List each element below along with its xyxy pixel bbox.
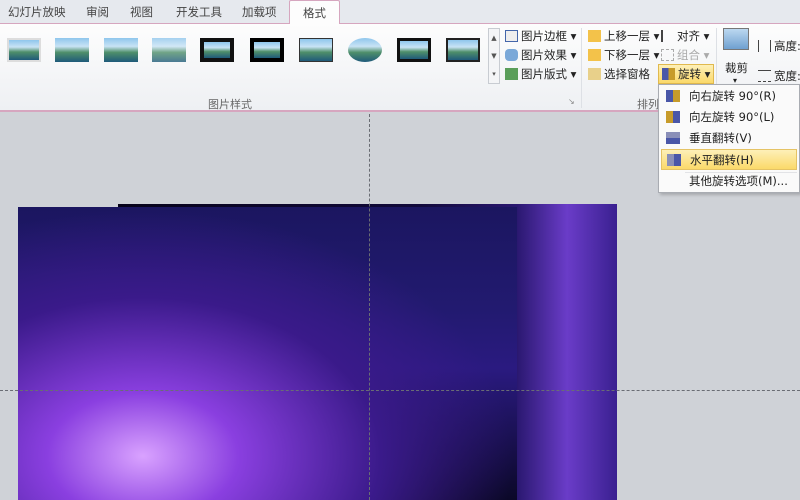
style-thumb[interactable] bbox=[152, 38, 186, 62]
rotate-right-icon bbox=[666, 90, 680, 102]
width-label: 宽度: bbox=[774, 69, 800, 83]
tab-review[interactable]: 审阅 bbox=[86, 4, 109, 20]
height-field[interactable]: 高度: bbox=[758, 38, 800, 54]
flip-horizontal-icon bbox=[667, 154, 681, 166]
picture-layout-label: 图片版式 bbox=[521, 67, 567, 81]
tab-slideshow[interactable]: 幻灯片放映 bbox=[8, 4, 66, 20]
width-field[interactable]: 宽度: bbox=[758, 68, 800, 84]
bring-forward-label: 上移一层 bbox=[604, 29, 650, 43]
menu-item-flip-vertical[interactable]: 垂直翻转(V) bbox=[661, 128, 797, 149]
picture-border-icon bbox=[505, 30, 518, 42]
crop-icon[interactable] bbox=[723, 28, 749, 50]
group-button[interactable]: 组合 ▾ bbox=[661, 47, 709, 63]
rotate-left-icon bbox=[666, 111, 680, 123]
style-thumb[interactable] bbox=[104, 38, 138, 62]
tab-format[interactable]: 格式 bbox=[289, 0, 340, 25]
height-icon bbox=[758, 40, 771, 52]
picture-style-gallery bbox=[2, 32, 488, 87]
style-thumb[interactable] bbox=[55, 38, 89, 62]
menu-label: 向左旋转 90°(L) bbox=[689, 110, 775, 124]
picture-original[interactable] bbox=[18, 207, 517, 500]
picture-border-button[interactable]: 图片边框 ▾ bbox=[505, 28, 576, 44]
tab-view[interactable]: 视图 bbox=[130, 4, 153, 20]
width-icon bbox=[758, 70, 771, 82]
send-backward-icon bbox=[588, 49, 601, 61]
align-icon bbox=[661, 30, 674, 42]
menu-item-rotate-left[interactable]: 向左旋转 90°(L) bbox=[661, 107, 797, 128]
style-thumb[interactable] bbox=[200, 38, 234, 62]
rotate-label: 旋转 bbox=[678, 67, 701, 81]
picture-layout-icon bbox=[505, 68, 518, 80]
menu-item-more-rotation[interactable]: 其他旋转选项(M)... bbox=[661, 171, 797, 192]
guide-vertical[interactable] bbox=[369, 114, 370, 500]
menu-label: 向右旋转 90°(R) bbox=[689, 89, 777, 103]
menu-label: 水平翻转(H) bbox=[690, 153, 754, 167]
picture-effects-label: 图片效果 bbox=[521, 48, 567, 62]
rotate-menu: 向右旋转 90°(R) 向左旋转 90°(L) 垂直翻转(V) 水平翻转(H) … bbox=[658, 84, 800, 193]
rotate-icon bbox=[662, 68, 675, 80]
group-label-arrange: 排列 bbox=[637, 98, 659, 111]
style-thumb[interactable] bbox=[7, 38, 41, 62]
bring-forward-icon bbox=[588, 30, 601, 42]
guide-horizontal[interactable] bbox=[0, 390, 800, 391]
selection-pane-label: 选择窗格 bbox=[604, 67, 650, 81]
rotate-button[interactable]: 旋转 ▾ bbox=[658, 64, 715, 84]
style-thumb[interactable] bbox=[348, 38, 382, 62]
menu-item-flip-horizontal[interactable]: 水平翻转(H) bbox=[661, 149, 797, 170]
selection-pane-button[interactable]: 选择窗格 bbox=[588, 66, 650, 82]
align-label: 对齐 bbox=[677, 29, 700, 43]
send-backward-label: 下移一层 bbox=[604, 48, 650, 62]
menu-label: 垂直翻转(V) bbox=[689, 131, 752, 145]
selection-pane-icon bbox=[588, 68, 601, 80]
menu-item-rotate-right[interactable]: 向右旋转 90°(R) bbox=[661, 86, 797, 107]
dialog-launcher-icon[interactable]: ↘ bbox=[568, 97, 575, 106]
style-thumb[interactable] bbox=[397, 38, 431, 62]
tab-developer[interactable]: 开发工具 bbox=[176, 4, 222, 20]
divider bbox=[581, 28, 582, 108]
send-backward-button[interactable]: 下移一层 ▾ bbox=[588, 47, 659, 63]
align-button[interactable]: 对齐 ▾ bbox=[661, 28, 709, 44]
menu-label: 其他旋转选项(M)... bbox=[689, 174, 788, 188]
flip-vertical-icon bbox=[666, 132, 680, 144]
picture-effects-button[interactable]: 图片效果 ▾ bbox=[505, 47, 576, 63]
picture-effects-icon bbox=[505, 49, 518, 61]
bring-forward-button[interactable]: 上移一层 ▾ bbox=[588, 28, 659, 44]
group-label: 组合 bbox=[677, 48, 700, 62]
gallery-scrollbar[interactable]: ▲ ▼ ▾ bbox=[488, 28, 500, 84]
style-thumb[interactable] bbox=[250, 38, 284, 62]
picture-border-label: 图片边框 bbox=[521, 29, 567, 43]
picture-layout-button[interactable]: 图片版式 ▾ bbox=[505, 66, 576, 82]
style-thumb[interactable] bbox=[299, 38, 333, 62]
ribbon-tabs: 幻灯片放映 审阅 视图 开发工具 加载项 格式 bbox=[0, 0, 800, 25]
group-label-picture-styles: 图片样式 bbox=[208, 98, 252, 111]
group-icon bbox=[661, 49, 674, 61]
height-label: 高度: bbox=[774, 39, 800, 53]
tab-addins[interactable]: 加载项 bbox=[242, 4, 277, 20]
crop-button[interactable]: 裁剪 bbox=[725, 60, 748, 76]
style-thumb[interactable] bbox=[446, 38, 480, 62]
